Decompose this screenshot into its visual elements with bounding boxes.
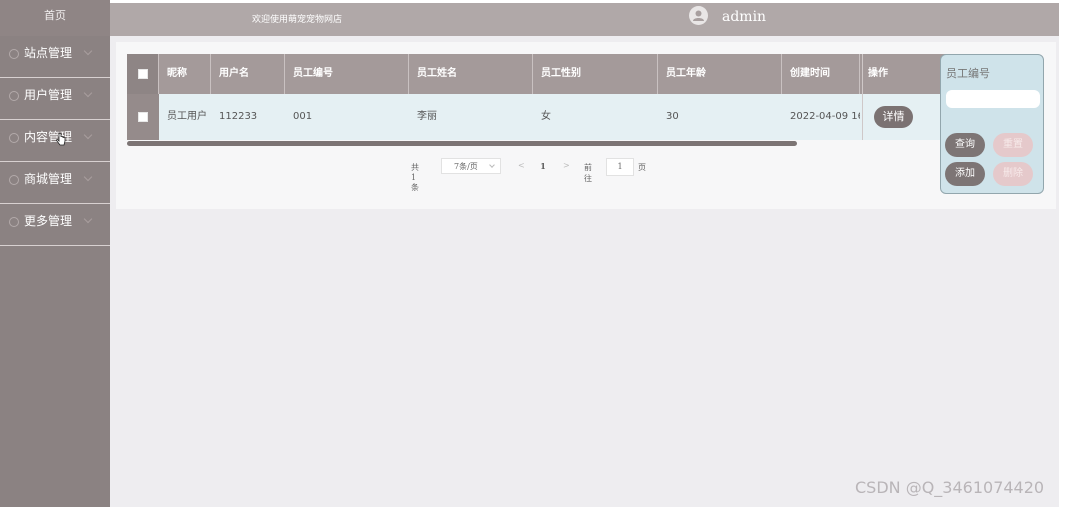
user-icon <box>9 91 19 101</box>
watermark: CSDN @Q_3461074420 <box>855 478 1045 497</box>
query-button[interactable]: 查询 <box>945 133 985 157</box>
sidebar-item-label: 商城管理 <box>24 172 73 186</box>
column-header[interactable]: 员工年龄 <box>658 54 782 94</box>
more-icon <box>9 217 19 227</box>
user-avatar-icon <box>693 10 704 21</box>
employee-no-input[interactable] <box>946 90 1040 108</box>
horizontal-scrollbar[interactable] <box>127 141 797 146</box>
chevron-down-icon <box>489 162 495 168</box>
employee-no-label: 员工编号 <box>946 67 990 80</box>
sidebar-item-more[interactable]: 更多管理 <box>0 204 110 246</box>
column-header[interactable]: 员工编号 <box>285 54 409 94</box>
column-header[interactable]: 创建时间 <box>782 54 860 94</box>
page-size-select[interactable]: 7条/页 <box>441 158 501 174</box>
username[interactable]: admin <box>722 9 766 25</box>
cell-created: 2022-04-09 16: <box>790 111 860 122</box>
cell-gender: 女 <box>541 111 551 122</box>
sidebar-item-content[interactable]: 内容管理 <box>0 120 110 162</box>
cell-username: 112233 <box>219 111 258 122</box>
sidebar-item-label: 更多管理 <box>24 214 73 228</box>
column-header[interactable]: 用户名 <box>211 54 285 94</box>
avatar[interactable] <box>689 6 708 25</box>
sidebar: 首页 站点管理 用户管理 内容管理 商城管理 更多管理 <box>0 0 110 507</box>
row-select-cell <box>127 94 159 140</box>
delete-button[interactable]: 删除 <box>993 162 1033 186</box>
mall-icon <box>9 175 19 185</box>
cell-nickname: 员工用户 <box>167 111 207 122</box>
column-header[interactable]: 员工性别 <box>533 54 658 94</box>
cell-age: 30 <box>666 111 679 122</box>
select-all-checkbox[interactable] <box>137 69 148 79</box>
select-all-cell <box>127 54 159 94</box>
data-table: 昵称 用户名 员工编号 员工姓名 员工性别 员工年龄 创建时间 操作 员工用户 … <box>127 54 949 146</box>
column-header[interactable]: 昵称 <box>159 54 211 94</box>
chevron-down-icon <box>83 130 93 140</box>
prev-page-button[interactable]: < <box>518 161 525 170</box>
reset-button[interactable]: 重置 <box>993 133 1033 157</box>
chevron-down-icon <box>83 88 93 98</box>
sidebar-item-site[interactable]: 站点管理 <box>0 36 110 78</box>
cell-employee-no: 001 <box>293 111 313 122</box>
sidebar-home-link[interactable]: 首页 <box>0 0 110 36</box>
content-icon <box>9 133 19 143</box>
page-size-value: 7条/页 <box>454 162 478 171</box>
page-number[interactable]: 1 <box>533 158 553 174</box>
hand-cursor-icon <box>56 133 66 146</box>
goto-page-input[interactable]: 1 <box>606 158 634 176</box>
chevron-down-icon <box>83 214 93 224</box>
pagination-total: 共 1 条 <box>411 163 419 192</box>
welcome-text: 欢迎使用萌宠宠物网店 <box>252 15 343 25</box>
sidebar-item-label: 站点管理 <box>24 46 73 60</box>
row-checkbox[interactable] <box>138 112 148 122</box>
goto-label: 前往 <box>584 163 592 183</box>
cell-employee-name: 李丽 <box>417 111 437 122</box>
chevron-down-icon <box>83 46 93 56</box>
top-header: 欢迎使用萌宠宠物网店 admin <box>110 3 1059 36</box>
chevron-down-icon <box>83 172 93 182</box>
table-header: 昵称 用户名 员工编号 员工姓名 员工性别 员工年龄 创建时间 操作 <box>127 54 949 94</box>
add-button[interactable]: 添加 <box>945 162 985 186</box>
search-panel: 员工编号 查询 重置 添加 删除 <box>940 54 1044 194</box>
site-icon <box>9 49 19 59</box>
next-page-button[interactable]: > <box>563 161 570 170</box>
sidebar-item-mall[interactable]: 商城管理 <box>0 162 110 204</box>
detail-button[interactable]: 详情 <box>874 106 913 128</box>
column-header[interactable]: 员工姓名 <box>409 54 533 94</box>
table-row[interactable]: 员工用户 112233 001 李丽 女 30 2022-04-09 16: <box>127 94 949 140</box>
sidebar-item-users[interactable]: 用户管理 <box>0 78 110 120</box>
sidebar-item-label: 用户管理 <box>24 88 73 102</box>
goto-unit: 页 <box>638 163 646 172</box>
